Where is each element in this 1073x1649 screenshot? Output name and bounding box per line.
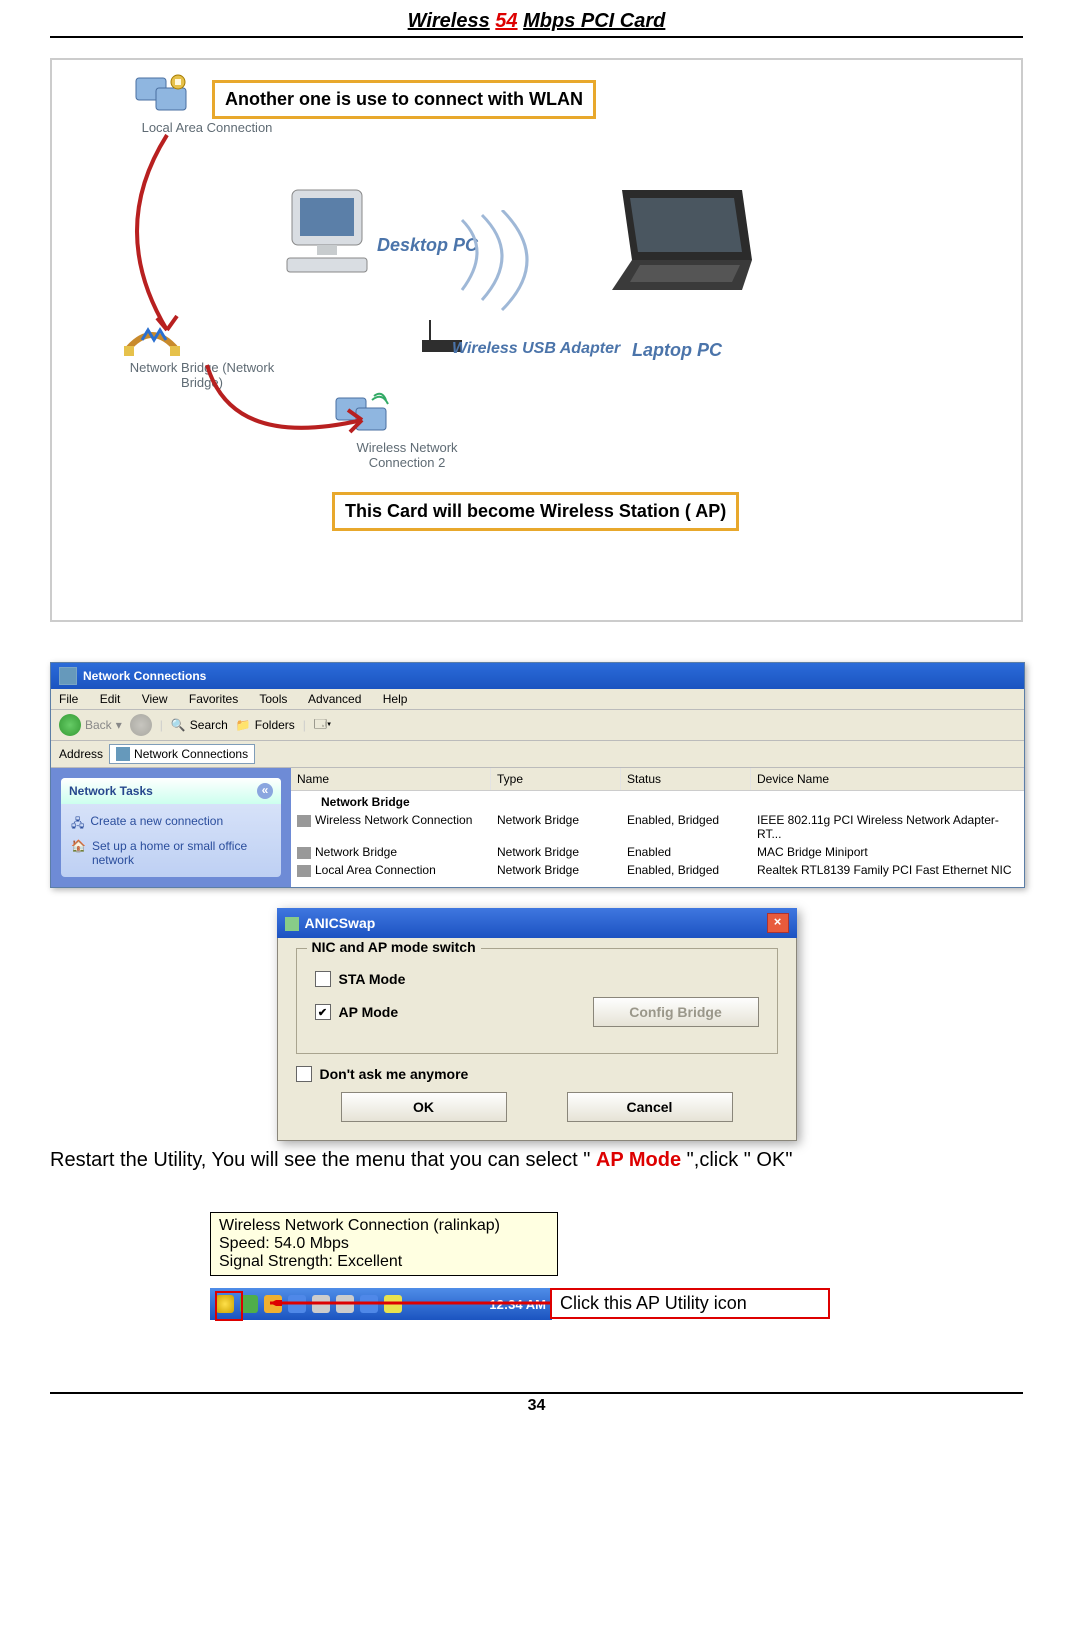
lac-label: Local Area Connection xyxy=(132,120,282,135)
dont-ask-label: Don't ask me anymore xyxy=(320,1066,469,1082)
sta-mode-label: STA Mode xyxy=(339,971,406,987)
laptop-pc-icon xyxy=(592,180,792,310)
page-number: 34 xyxy=(528,1397,546,1414)
folders-button[interactable]: 📁 Folders xyxy=(236,718,295,732)
address-icon xyxy=(116,747,130,761)
tray-callout: Click this AP Utility icon xyxy=(550,1288,830,1319)
cancel-button[interactable]: Cancel xyxy=(567,1092,733,1122)
address-label: Address xyxy=(59,747,103,761)
callout-ap-station: This Card will become Wireless Station (… xyxy=(332,492,739,531)
dialog-app-icon xyxy=(285,917,299,931)
tasks-sidebar: Network Tasks « 🖧Create a new connection… xyxy=(51,768,291,887)
menu-edit[interactable]: Edit xyxy=(100,692,121,706)
network-connections-icon xyxy=(59,667,77,685)
sta-mode-checkbox[interactable] xyxy=(315,971,331,987)
window-titlebar[interactable]: Network Connections xyxy=(51,663,1024,689)
back-icon xyxy=(59,714,81,736)
header-rest: Mbps PCI Card xyxy=(523,10,665,32)
toolbar: Back ▾ | 🔍 Search 📁 Folders | 🗔▾ xyxy=(51,710,1024,741)
wireless-connection-2-icon: Wireless Network Connection 2 xyxy=(332,390,482,470)
page-footer: 34 xyxy=(50,1392,1023,1415)
new-connection-icon: 🖧 xyxy=(71,814,84,835)
network-diagram: Another one is use to connect with WLAN … xyxy=(50,58,1023,622)
network-bridge-icon: Network Bridge (Network Bridge) xyxy=(122,320,282,390)
table-row[interactable]: Network Bridge Network Bridge Enabled MA… xyxy=(291,843,1024,861)
forward-button xyxy=(130,714,152,736)
sidebar-heading[interactable]: Network Tasks « xyxy=(61,778,281,804)
close-button[interactable]: × xyxy=(767,913,789,933)
col-name[interactable]: Name xyxy=(291,768,491,790)
dialog-titlebar[interactable]: ANICSwap × xyxy=(277,908,797,938)
tooltip-line1: Wireless Network Connection (ralinkap) xyxy=(219,1217,549,1235)
ap-mode-label: AP Mode xyxy=(339,1004,399,1020)
collapse-icon: « xyxy=(257,783,273,799)
table-row[interactable]: Local Area Connection Network Bridge Ena… xyxy=(291,861,1024,879)
wnc2-label: Wireless Network Connection 2 xyxy=(332,440,482,470)
menu-advanced[interactable]: Advanced xyxy=(308,692,361,706)
task-setup-network[interactable]: 🏠Set up a home or small office network xyxy=(71,839,271,867)
menu-bar: File Edit View Favorites Tools Advanced … xyxy=(51,689,1024,710)
bridge-small-icon xyxy=(297,847,311,859)
ap-mode-red: AP Mode xyxy=(596,1149,681,1171)
col-status[interactable]: Status xyxy=(621,768,751,790)
menu-file[interactable]: File xyxy=(59,692,78,706)
laptop-pc-label: Laptop PC xyxy=(632,340,722,361)
window-title: Network Connections xyxy=(83,669,206,683)
forward-icon xyxy=(130,714,152,736)
menu-favorites[interactable]: Favorites xyxy=(189,692,238,706)
mode-switch-group: NIC and AP mode switch STA Mode ✔ AP Mod… xyxy=(296,948,778,1054)
tooltip-line2: Speed: 54.0 Mbps xyxy=(219,1235,549,1253)
ok-button[interactable]: OK xyxy=(341,1092,507,1122)
anicswap-dialog: ANICSwap × NIC and AP mode switch STA Mo… xyxy=(277,908,797,1141)
ap-mode-checkbox[interactable]: ✔ xyxy=(315,1004,331,1020)
config-bridge-button: Config Bridge xyxy=(593,997,759,1027)
instruction-text: Restart the Utility, You will see the me… xyxy=(50,1149,1023,1172)
task-create-connection[interactable]: 🖧Create a new connection xyxy=(71,814,271,835)
search-button[interactable]: 🔍 Search xyxy=(171,718,228,732)
page-header: Wireless 54 Mbps PCI Card xyxy=(50,10,1023,38)
dialog-title: ANICSwap xyxy=(305,915,376,931)
col-device[interactable]: Device Name xyxy=(751,768,1024,790)
lan-small-icon xyxy=(297,865,311,877)
menu-help[interactable]: Help xyxy=(383,692,408,706)
group-network-bridge: Network Bridge xyxy=(291,791,1024,811)
menu-tools[interactable]: Tools xyxy=(259,692,287,706)
system-tray-area: Wireless Network Connection (ralinkap) S… xyxy=(210,1212,710,1332)
red-arrow-callout-icon xyxy=(270,1300,550,1306)
network-connections-window: Network Connections File Edit View Favor… xyxy=(50,662,1025,888)
address-bar: Address Network Connections xyxy=(51,741,1024,768)
tooltip-line3: Signal Strength: Excellent xyxy=(219,1253,549,1271)
wireless-usb-adapter-label: Wireless USB Adapter xyxy=(452,340,652,358)
dont-ask-checkbox[interactable] xyxy=(296,1066,312,1082)
group-legend: NIC and AP mode switch xyxy=(307,939,481,955)
tray-highlight-box xyxy=(215,1291,243,1321)
back-button[interactable]: Back ▾ xyxy=(59,714,122,736)
address-field[interactable]: Network Connections xyxy=(109,744,255,764)
header-word1: Wireless xyxy=(408,10,490,32)
menu-view[interactable]: View xyxy=(142,692,168,706)
wireless-icon xyxy=(297,815,311,827)
home-network-icon: 🏠 xyxy=(71,839,86,853)
views-button[interactable]: 🗔▾ xyxy=(314,715,331,736)
column-headers: Name Type Status Device Name xyxy=(291,768,1024,791)
address-value: Network Connections xyxy=(134,747,248,761)
connections-list: Name Type Status Device Name Network Bri… xyxy=(291,768,1024,887)
red-arrow-1-icon xyxy=(97,130,217,350)
header-red: 54 xyxy=(495,10,517,32)
desktop-pc-label: Desktop PC xyxy=(377,235,478,256)
col-type[interactable]: Type xyxy=(491,768,621,790)
table-row[interactable]: Wireless Network Connection Network Brid… xyxy=(291,811,1024,843)
tray-tooltip: Wireless Network Connection (ralinkap) S… xyxy=(210,1212,558,1276)
bridge-label: Network Bridge (Network Bridge) xyxy=(122,360,282,390)
local-area-connection-icon: Local Area Connection xyxy=(132,70,282,135)
